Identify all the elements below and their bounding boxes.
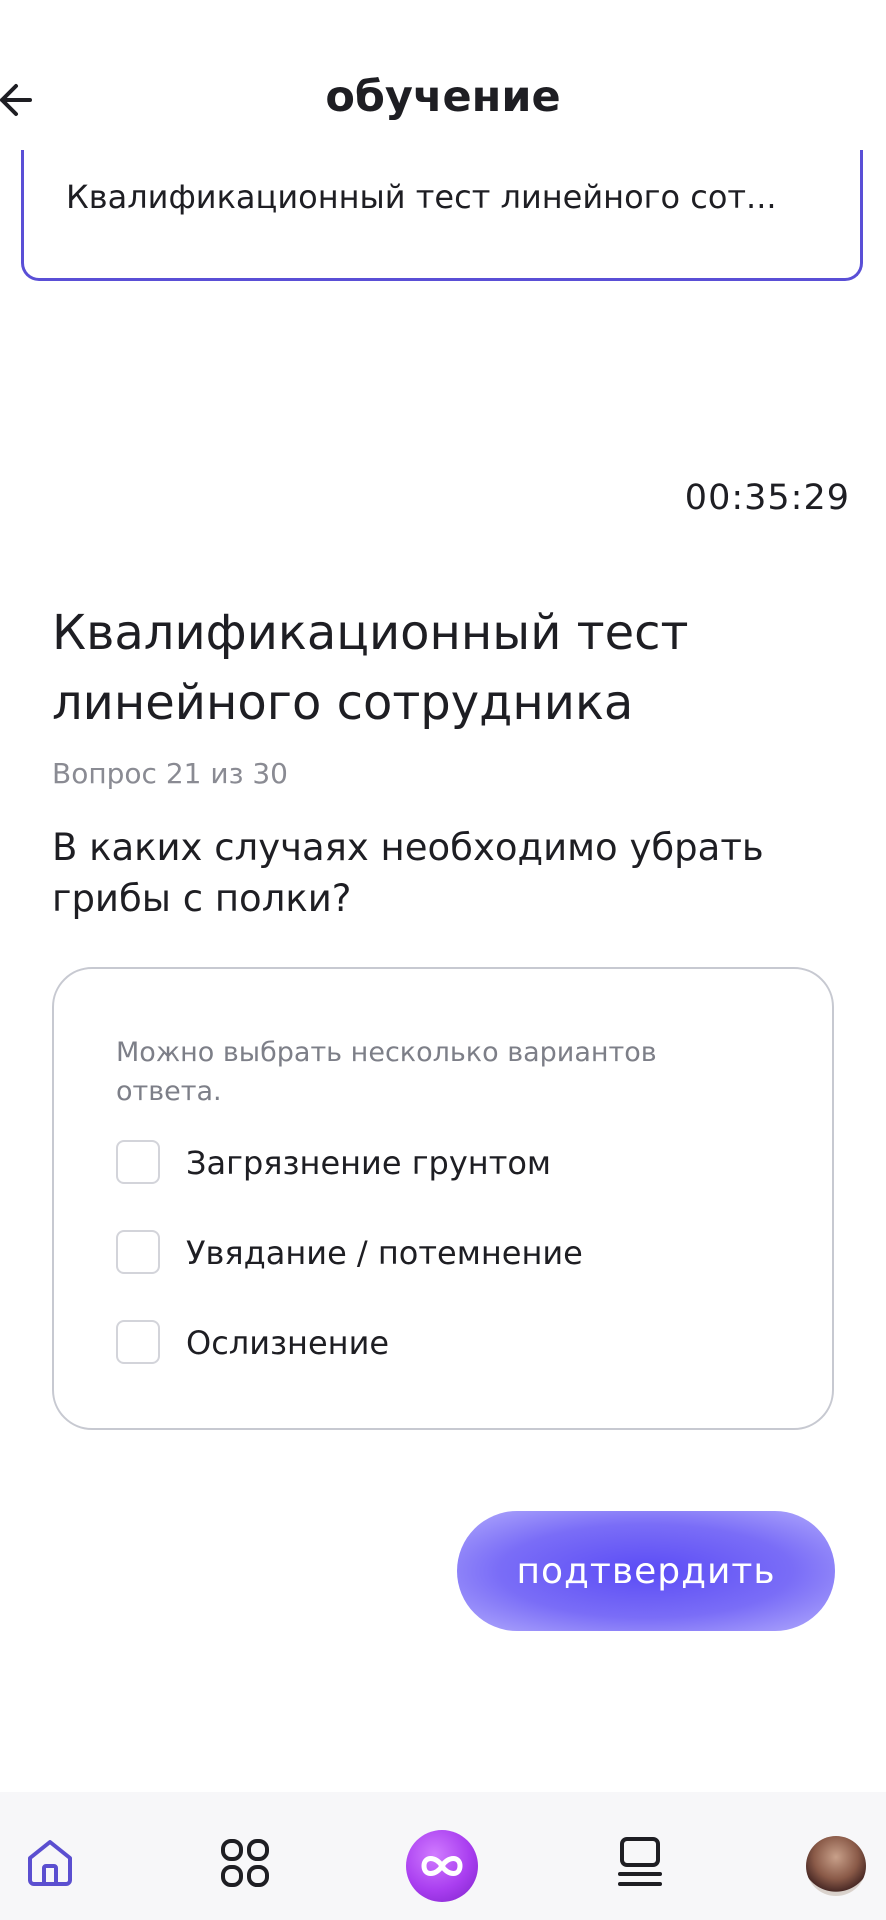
- answer-option-label: Ослизнение: [186, 1324, 390, 1362]
- header: обучение: [0, 0, 886, 160]
- answer-option[interactable]: Загрязнение грунтом: [116, 1140, 756, 1190]
- answer-hint: Можно выбрать несколько вариантов ответа…: [116, 1037, 657, 1107]
- checkbox[interactable]: [116, 1230, 160, 1274]
- nav-profile[interactable]: [786, 1792, 886, 1920]
- page-title: обучение: [325, 72, 561, 122]
- answer-option-label: Загрязнение грунтом: [186, 1144, 552, 1182]
- bottom-nav: [0, 1792, 886, 1920]
- grid-icon: [221, 1839, 269, 1887]
- checkbox[interactable]: [116, 1320, 160, 1364]
- answer-option[interactable]: Увядание / потемнение: [116, 1230, 756, 1280]
- answer-card: Можно выбрать несколько вариантов ответа…: [52, 967, 834, 1430]
- test-selector[interactable]: Квалификационный тест линейного сот...: [21, 150, 863, 281]
- question-text: В каких случаях необходимо убрать грибы …: [52, 826, 764, 920]
- question-counter: Вопрос 21 из 30: [52, 757, 288, 790]
- test-title: Квалификационный тест линейного сотрудни…: [52, 605, 689, 731]
- app-screen: обучение Квалификационный тест линейного…: [0, 0, 886, 1920]
- confirm-button[interactable]: подтвердить: [457, 1511, 835, 1631]
- nav-infinity[interactable]: [393, 1792, 493, 1920]
- nav-home[interactable]: [0, 1792, 100, 1920]
- courses-icon: [618, 1837, 662, 1886]
- nav-catalog[interactable]: [196, 1792, 296, 1920]
- nav-courses[interactable]: [589, 1792, 689, 1920]
- home-icon: [28, 1840, 72, 1886]
- answer-option-label: Увядание / потемнение: [186, 1234, 583, 1272]
- test-selector-label: Квалификационный тест линейного сот...: [66, 178, 777, 216]
- infinity-icon: [421, 1856, 463, 1876]
- infinity-button: [406, 1830, 478, 1902]
- checkbox[interactable]: [116, 1140, 160, 1184]
- answer-option[interactable]: Ослизнение: [116, 1320, 756, 1370]
- avatar: [806, 1836, 866, 1896]
- timer: 00:35:29: [684, 478, 850, 518]
